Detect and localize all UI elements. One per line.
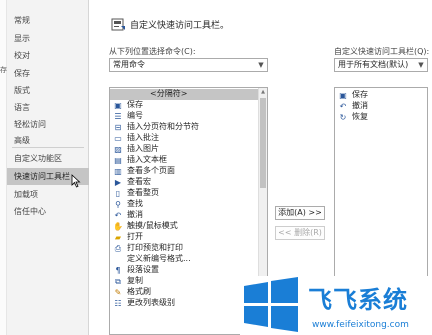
- numbering-icon: ☰: [114, 112, 122, 121]
- left-strip-hint: 存: [0, 66, 7, 74]
- list-item-view-macros[interactable]: ▶ 查看宏: [110, 177, 267, 188]
- left-strip: 存: [0, 0, 7, 335]
- list-item-paragraph-settings[interactable]: ¶ 段落设置: [110, 265, 267, 276]
- windows-logo-icon: [244, 277, 298, 332]
- picture-icon: ▨: [114, 145, 122, 154]
- find-icon: ⚲: [115, 200, 121, 209]
- format-painter-icon: ✎: [114, 288, 122, 297]
- list-item-undo[interactable]: ↶ 撤消 ▶: [110, 210, 267, 221]
- nav-item-general[interactable]: 常规: [7, 12, 89, 29]
- nav-item-accessibility[interactable]: 轻松访问: [7, 116, 89, 133]
- list-item-multiple-pages[interactable]: ▥ 查看多个页面: [110, 166, 267, 177]
- nav-item-layout[interactable]: 版式: [7, 82, 89, 99]
- save-icon: ▣: [339, 91, 347, 100]
- save-icon: ▣: [114, 101, 122, 110]
- add-button[interactable]: 添加(A) >>: [275, 206, 325, 220]
- quick-access-toolbar-icon: [111, 18, 125, 31]
- options-nav: 常规 显示 校对 保存 版式 语言 轻松访问 高级 自定义功能区 快速访问工具栏…: [7, 0, 89, 335]
- scrollbar-thumb[interactable]: [260, 98, 266, 188]
- remove-button[interactable]: << 删除(R): [275, 226, 325, 240]
- list-item-separator[interactable]: <分隔符>: [110, 89, 267, 100]
- document-scope-dropdown[interactable]: 用于所有文档(默认) ▼: [334, 58, 428, 72]
- list-item-define-numbering[interactable]: 定义新编号格式...: [110, 254, 267, 265]
- watermark-url: www.feifeixitong.com: [312, 320, 409, 330]
- toolbar-item-undo[interactable]: ↶ 撤消: [335, 101, 427, 112]
- list-item-numbering[interactable]: ☰ 编号 ▶: [110, 111, 267, 122]
- fullpage-icon: ▯: [115, 189, 121, 198]
- customize-toolbar-label: 自定义快速访问工具栏(Q):: [334, 47, 430, 56]
- choose-commands-dropdown[interactable]: 常用命令 ▼: [109, 58, 268, 72]
- nav-item-addins[interactable]: 加载项: [7, 186, 89, 203]
- chevron-down-icon[interactable]: ▼: [415, 59, 427, 71]
- page-title: 自定义快速访问工具栏。: [130, 21, 230, 31]
- macro-icon: ▶: [114, 178, 122, 187]
- list-item-insert-textbox[interactable]: ▤ 插入文本框: [110, 155, 267, 166]
- textbox-icon: ▤: [114, 156, 122, 165]
- list-item-page-break[interactable]: ⊟ 插入分页符和分节符 ▶: [110, 122, 267, 133]
- list-item-insert-picture[interactable]: ▨ 插入图片: [110, 144, 267, 155]
- chevron-down-icon[interactable]: ▼: [255, 59, 267, 71]
- list-item-print-preview[interactable]: ⎙ 打印预览和打印: [110, 243, 267, 254]
- nav-item-proofing[interactable]: 校对: [7, 47, 89, 64]
- nav-item-language[interactable]: 语言: [7, 99, 89, 116]
- print-preview-icon: ⎙: [114, 244, 122, 253]
- list-item-save[interactable]: ▣ 保存: [110, 100, 267, 111]
- toolbar-item-redo[interactable]: ↻ 恢复: [335, 112, 427, 123]
- multipage-icon: ▥: [114, 167, 122, 176]
- choose-commands-value: 常用命令: [113, 60, 145, 69]
- watermark: 飞飞系统 www.feifeixitong.com: [240, 276, 432, 335]
- comment-icon: ▭: [114, 134, 122, 143]
- toolbar-item-save[interactable]: ▣ 保存: [335, 90, 427, 101]
- list-item-open[interactable]: ▰ 打开: [110, 232, 267, 243]
- list-item-find[interactable]: ⚲ 查找: [110, 199, 267, 210]
- redo-icon: ↻: [339, 113, 347, 122]
- nav-item-customize-ribbon[interactable]: 自定义功能区: [7, 150, 89, 167]
- list-item-full-page[interactable]: ▯ 查看整页: [110, 188, 267, 199]
- nav-item-save[interactable]: 保存: [7, 65, 89, 82]
- touch-icon: ✋: [113, 222, 123, 231]
- choose-commands-label: 从下列位置选择命令(C):: [109, 47, 196, 56]
- undo-icon: ↶: [339, 102, 347, 111]
- list-item-insert-comment[interactable]: ▭ 插入批注: [110, 133, 267, 144]
- paragraph-icon: ¶: [115, 266, 121, 275]
- list-item-touch-mode[interactable]: ✋ 触摸/鼠标模式 ▶: [110, 221, 267, 232]
- open-icon: ▰: [114, 233, 122, 242]
- nav-divider: [12, 147, 84, 148]
- mouse-cursor-icon: [71, 174, 81, 188]
- watermark-text: 飞飞系统: [308, 286, 408, 314]
- scroll-up-icon[interactable]: ▲: [259, 88, 267, 97]
- list-level-icon: ☷: [114, 299, 122, 308]
- page-break-icon: ⊟: [114, 123, 122, 132]
- document-scope-value: 用于所有文档(默认): [338, 60, 409, 69]
- copy-icon: ⧉: [115, 277, 121, 286]
- nav-item-trust-center[interactable]: 信任中心: [7, 203, 89, 220]
- undo-icon: ↶: [114, 211, 122, 220]
- nav-item-display[interactable]: 显示: [7, 30, 89, 47]
